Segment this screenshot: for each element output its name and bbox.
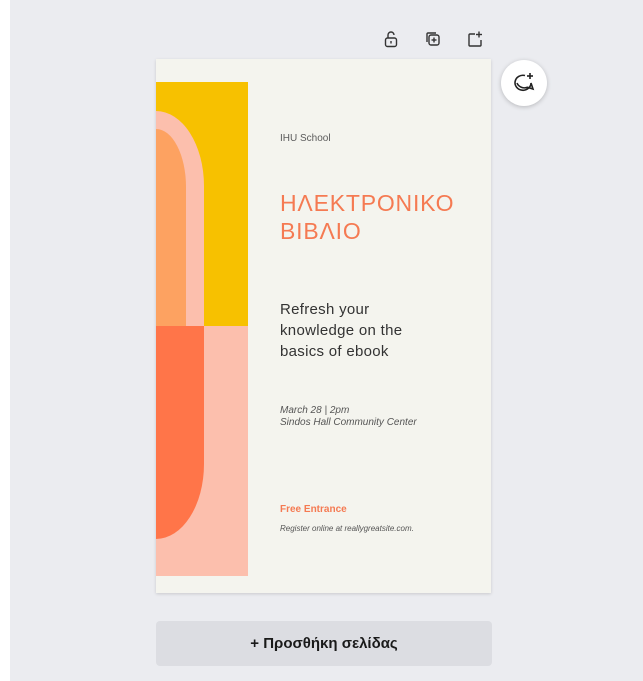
- description-line-2: knowledge on the: [280, 322, 403, 339]
- free-entrance-label: Free Entrance: [280, 504, 347, 515]
- event-location: Sindos Hall Community Center: [280, 417, 417, 428]
- light-orange-arch: [156, 129, 186, 326]
- description: Refresh your knowledge on the basics of …: [280, 299, 402, 362]
- add-comment-button[interactable]: [501, 60, 547, 106]
- school-name: IHU School: [280, 133, 331, 144]
- add-page-button[interactable]: + Προσθήκη σελίδας: [156, 621, 492, 666]
- register-note: Register online at reallygreatsite.com.: [280, 524, 414, 533]
- title-line-1: ΗΛΕΚΤΡΟΝΙΚΟ: [280, 190, 455, 216]
- duplicate-page-icon[interactable]: [420, 26, 446, 52]
- design-page[interactable]: IHU School ΗΛΕΚΤΡΟΝΙΚΟ ΒΙΒΛΙΟ Refresh yo…: [156, 59, 491, 593]
- decorative-shapes: [156, 82, 248, 576]
- event-details: March 28 | 2pm Sindos Hall Community Cen…: [280, 405, 417, 429]
- page-title: ΗΛΕΚΤΡΟΝΙΚΟ ΒΙΒΛΙΟ: [280, 189, 454, 245]
- event-date: March 28 | 2pm: [280, 405, 350, 416]
- add-page-icon[interactable]: [462, 26, 488, 52]
- title-line-2: ΒΙΒΛΙΟ: [280, 218, 362, 244]
- unlock-icon[interactable]: [378, 26, 404, 52]
- add-comment-icon: [514, 73, 535, 92]
- description-line-3: basics of ebook: [280, 343, 389, 360]
- description-line-1: Refresh your: [280, 301, 370, 318]
